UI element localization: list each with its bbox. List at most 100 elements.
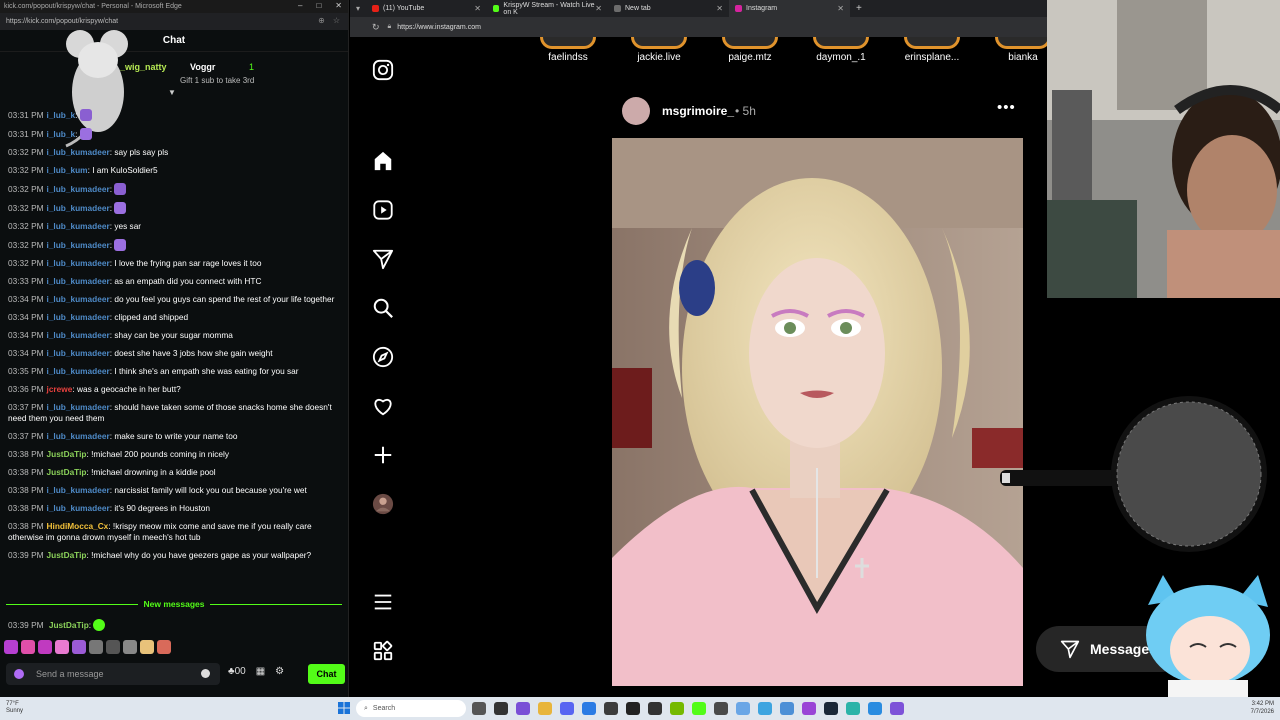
story-item[interactable]: faelindss	[528, 37, 608, 63]
browser-tab[interactable]: (11) YouTube ✕	[366, 0, 487, 17]
explore-icon[interactable]	[372, 346, 394, 368]
gear-icon[interactable]: ⚙	[275, 666, 284, 677]
emote-icon[interactable]	[72, 640, 86, 654]
message-user[interactable]: i_lub_kumadeer	[47, 240, 110, 250]
message-user[interactable]: i_lub_kumadeer	[47, 402, 110, 412]
taskbar-clock[interactable]: 3:42 PM 7/7/2026	[1251, 700, 1274, 716]
steam-icon[interactable]	[824, 702, 838, 715]
emote-icon[interactable]	[140, 640, 154, 654]
message-user[interactable]: i_lub_kumadeer	[47, 312, 110, 322]
message-user[interactable]: i_lub_kumadeer	[47, 348, 110, 358]
pinned-gift-banner[interactable]: _wig_natty Voggr 1 Gift 1 sub to take 3r…	[0, 52, 348, 97]
message-user[interactable]: i_lub_kumadeer	[47, 330, 110, 340]
emote-icon[interactable]	[106, 640, 120, 654]
chevron-down-icon[interactable]: ▼	[168, 88, 176, 97]
tab-actions-icon[interactable]: ▾	[350, 4, 366, 13]
app-icon[interactable]	[868, 702, 882, 715]
search-icon[interactable]	[372, 297, 394, 319]
message-user[interactable]: i_lub_kumadeer	[47, 184, 110, 194]
message-user[interactable]: i_lub_kumadeer	[47, 258, 110, 268]
post-username[interactable]: msgrimoire_	[662, 104, 734, 118]
message-user[interactable]: i_lub_kumadeer	[47, 431, 110, 441]
close-tab-icon[interactable]: ✕	[595, 4, 602, 13]
post-time[interactable]: • 5h	[735, 104, 756, 118]
emote-quick-bar[interactable]	[4, 640, 171, 656]
emote-icon[interactable]	[123, 640, 137, 654]
zoom-icon[interactable]: ⊕	[318, 16, 325, 25]
microphone-icon[interactable]	[14, 669, 24, 679]
browser-tab[interactable]: New tab ✕	[608, 0, 729, 17]
emote-icon[interactable]	[89, 640, 103, 654]
taskbar-search[interactable]: ⌕ Search	[356, 700, 466, 717]
browser-tab[interactable]: Instagram ✕	[729, 0, 850, 17]
message-user[interactable]: JustDaTip	[47, 550, 87, 560]
refresh-icon[interactable]: ↻	[372, 22, 380, 33]
message-user[interactable]: jcrewe	[47, 384, 73, 394]
message-user[interactable]: i_lub_kumadeer	[47, 503, 110, 513]
message-user[interactable]: i_lub_kum	[47, 165, 88, 175]
more-options-icon[interactable]: •••	[997, 99, 1016, 116]
minimize-icon[interactable]: –	[298, 1, 302, 10]
new-messages-divider[interactable]: New messages	[0, 598, 348, 610]
emote-icon[interactable]	[157, 640, 171, 654]
menu-icon[interactable]	[372, 591, 394, 613]
message-user[interactable]: i_lub_k	[47, 110, 76, 120]
close-tab-icon[interactable]: ✕	[716, 4, 723, 13]
file-explorer-icon[interactable]	[538, 702, 552, 715]
chat-message-input[interactable]: Send a message	[6, 663, 220, 685]
story-item[interactable]: jackie.live	[619, 37, 699, 63]
story-item[interactable]: erinsplane...	[892, 37, 972, 63]
nvidia-icon[interactable]	[670, 702, 684, 715]
browser-tab[interactable]: KrispyW Stream - Watch Live on K ✕	[487, 0, 608, 17]
chat-send-button[interactable]: Chat	[308, 664, 345, 684]
emote-icon[interactable]	[4, 640, 18, 654]
message-user[interactable]: JustDaTip	[49, 620, 89, 630]
obs-icon[interactable]	[626, 702, 640, 715]
message-user[interactable]: i_lub_kumadeer	[47, 276, 110, 286]
post-photo[interactable]	[612, 138, 1023, 686]
discord-icon[interactable]	[560, 702, 574, 715]
home-icon[interactable]	[372, 150, 394, 172]
close-tab-icon[interactable]: ✕	[474, 4, 481, 13]
message-user[interactable]: i_lub_kumadeer	[47, 221, 110, 231]
stories-tray[interactable]: faelindss jackie.live paige.mtz daymon_.1 er…	[540, 37, 1051, 69]
message-user[interactable]: JustDaTip	[47, 449, 87, 459]
close-tab-icon[interactable]: ✕	[837, 4, 844, 13]
kick-icon[interactable]	[692, 702, 706, 715]
close-icon[interactable]: ✕	[335, 1, 342, 10]
story-item[interactable]: daymon_.1	[801, 37, 881, 63]
message-user[interactable]: i_lub_kumadeer	[47, 485, 110, 495]
windows-start-icon[interactable]	[338, 702, 350, 714]
message-user[interactable]: i_lub_kumadeer	[47, 147, 110, 157]
emoji-icon[interactable]	[201, 669, 210, 678]
app-icon[interactable]	[494, 702, 508, 715]
app-icon[interactable]	[582, 702, 596, 715]
address-bar[interactable]: ↻ 🔒︎ https://www.instagram.com	[350, 17, 1047, 37]
post-author-avatar[interactable]	[622, 97, 650, 125]
app-icon[interactable]	[604, 702, 618, 715]
profile-avatar-icon[interactable]	[372, 493, 394, 515]
app-icon[interactable]	[516, 702, 530, 715]
emote-icon[interactable]	[38, 640, 52, 654]
message-user[interactable]: i_lub_kumadeer	[47, 366, 110, 376]
app-icon[interactable]	[780, 702, 794, 715]
message-user[interactable]: i_lub_kumadeer	[47, 203, 110, 213]
app-icon[interactable]	[758, 702, 772, 715]
app-icon[interactable]	[648, 702, 662, 715]
star-icon[interactable]: ☆	[333, 16, 340, 25]
instagram-logo-icon[interactable]	[372, 59, 394, 81]
chat-message-list[interactable]: 03:31 PM i_lub_k: 03:31 PM i_lub_k: 03:32 …	[0, 106, 348, 565]
emote-icon[interactable]	[55, 640, 69, 654]
chat-url-bar[interactable]: https://kick.com/popout/krispyw/chat ⊕ ☆	[0, 13, 348, 30]
direct-icon[interactable]	[372, 248, 394, 270]
create-icon[interactable]	[372, 444, 394, 466]
weather-widget[interactable]: 77°F Sunny	[6, 701, 23, 715]
edge-icon[interactable]	[846, 702, 860, 715]
viewers-icon[interactable]: ♣00	[228, 666, 246, 677]
app-icon[interactable]	[802, 702, 816, 715]
story-item[interactable]: paige.mtz	[710, 37, 790, 63]
message-user[interactable]: JustDaTip	[47, 467, 87, 477]
emote-icon[interactable]	[21, 640, 35, 654]
more-apps-icon[interactable]	[372, 640, 394, 662]
new-tab-button[interactable]: +	[856, 3, 862, 14]
